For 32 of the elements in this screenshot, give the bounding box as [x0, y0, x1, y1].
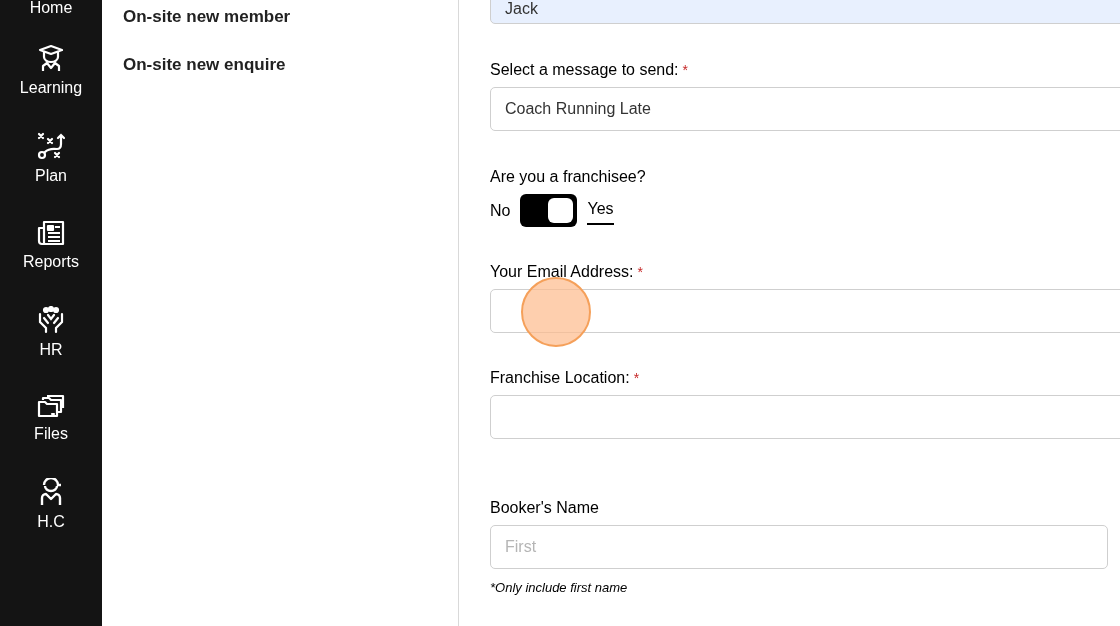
required-mark: * — [633, 369, 640, 388]
toggle-label: Yes — [587, 196, 614, 225]
toggle-label: No — [490, 200, 511, 221]
required-mark: * — [637, 263, 643, 282]
input-field[interactable]: First — [490, 525, 1108, 569]
nav-label[interactable]: HR — [39, 340, 63, 360]
field-label: Booker's Name — [490, 498, 599, 518]
input-field[interactable] — [490, 395, 1120, 439]
menu-item[interactable]: On-site new enquire — [123, 54, 458, 76]
nav-label[interactable]: Files — [34, 424, 68, 444]
field-label: Your Email Address: — [490, 262, 634, 282]
nav-label[interactable]: Plan — [35, 166, 67, 186]
input-field[interactable] — [490, 289, 1120, 333]
nav-label[interactable]: Reports — [23, 252, 79, 272]
nav-label[interactable]: Home — [29, 0, 73, 18]
field-label: Select a message to send: — [490, 60, 679, 80]
hands-people-icon — [37, 306, 65, 334]
required-mark: * — [682, 61, 688, 80]
folders-icon — [37, 394, 65, 418]
nav-label[interactable]: H.C — [37, 512, 65, 532]
nav-label[interactable]: Learning — [19, 78, 83, 98]
field-label: Franchise Location: — [490, 368, 630, 388]
hint-text: *Only include first name — [490, 579, 629, 597]
person-cap-icon — [39, 478, 63, 506]
graduate-icon — [38, 44, 64, 72]
toggle-switch[interactable] — [520, 194, 578, 227]
play-diagram-icon — [37, 132, 65, 160]
input-field[interactable]: Jack — [490, 0, 1120, 24]
field-label: Are you a franchisee? — [490, 167, 646, 187]
message-select[interactable]: Coach Running Late — [490, 87, 1120, 131]
menu-item[interactable]: On-site new member — [123, 6, 458, 28]
newspaper-icon — [37, 220, 65, 246]
